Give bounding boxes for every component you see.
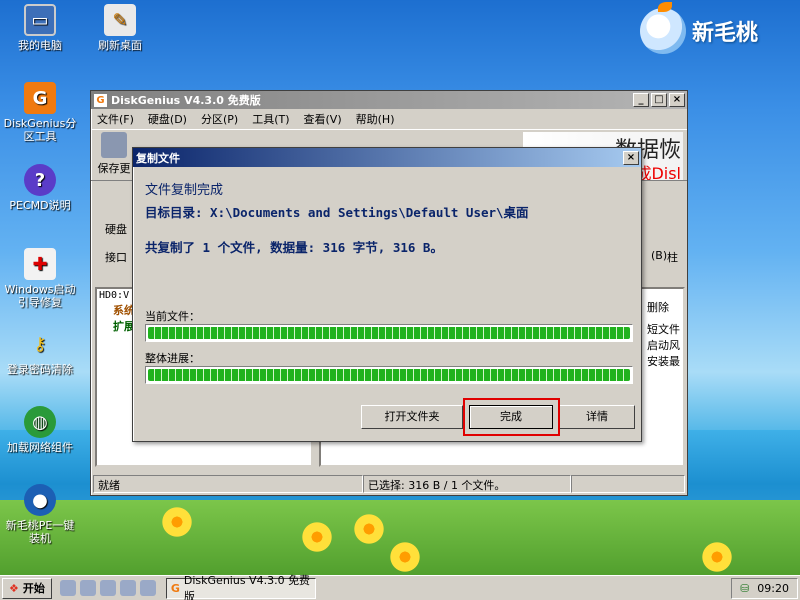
interface-label: 接口 xyxy=(105,251,127,264)
status-bar: 就绪 已选择: 316 B / 1 个文件。 xyxy=(93,475,685,493)
medkit-icon: ✚ xyxy=(24,248,56,280)
copy-complete-text: 文件复制完成 xyxy=(145,183,224,198)
menu-view[interactable]: 查看(V) xyxy=(304,111,342,127)
save-icon xyxy=(101,132,127,158)
tray-icon[interactable]: ⛁ xyxy=(740,582,749,595)
peach-icon xyxy=(640,2,686,54)
done-button-highlight xyxy=(463,398,560,436)
menu-tools[interactable]: 工具(T) xyxy=(252,111,289,127)
globe-icon: ◍ xyxy=(24,406,56,438)
taskbar-item-diskgenius[interactable]: G DiskGenius V4.3.0 免费版 xyxy=(165,574,316,600)
details-button[interactable]: 详情 xyxy=(559,405,635,429)
quick-launch xyxy=(59,580,156,596)
target-dir-text: 目标目录: X:\Documents and Settings\Default … xyxy=(145,205,529,220)
quick-launch-icon[interactable] xyxy=(139,580,156,596)
broom-icon: ✎ xyxy=(104,4,136,36)
desktop-icon-password-clear[interactable]: ⚷ 登录密码清除 xyxy=(2,328,78,376)
menu-bar: 文件(F) 硬盘(D) 分区(P) 工具(T) 查看(V) 帮助(H) xyxy=(91,109,687,129)
status-selection: 已选择: 316 B / 1 个文件。 xyxy=(363,475,571,493)
desktop-icon-pecmd[interactable]: ? PECMD说明 xyxy=(2,164,78,212)
dialog-titlebar[interactable]: 复制文件 × xyxy=(133,148,641,167)
flower-decoration xyxy=(300,520,334,554)
menu-file[interactable]: 文件(F) xyxy=(97,111,134,127)
desktop-icon-boot-repair[interactable]: ✚ Windows启动引导修复 xyxy=(2,248,78,309)
start-button[interactable]: ❖ 开始 xyxy=(2,577,52,599)
diskgenius-icon: G xyxy=(24,82,56,114)
clock: 09:20 xyxy=(757,581,789,595)
logo-text: 新毛桃 xyxy=(692,21,759,46)
quick-launch-icon[interactable] xyxy=(99,580,116,596)
current-file-progress xyxy=(145,324,633,342)
current-file-label: 当前文件： xyxy=(145,310,200,323)
windows-logo-icon: ❖ xyxy=(9,581,19,595)
desktop-icon-my-computer[interactable]: ▭ 我的电脑 xyxy=(2,4,78,52)
quick-launch-icon[interactable] xyxy=(119,580,136,596)
desktop-icon-refresh[interactable]: ✎ 刷新桌面 xyxy=(82,4,158,52)
desktop-icon-install[interactable]: ● 新毛桃PE一键装机 xyxy=(2,484,78,545)
window-titlebar[interactable]: G DiskGenius V4.3.0 免费版 _ □ × xyxy=(91,91,687,109)
overall-progress xyxy=(145,366,633,384)
save-tool-button[interactable]: 保存更 xyxy=(95,132,133,178)
copy-file-dialog: 复制文件 × 文件复制完成 目标目录: X:\Documents and Set… xyxy=(132,147,642,442)
flower-decoration xyxy=(352,512,386,546)
app-icon: G xyxy=(94,93,107,107)
window-title: DiskGenius V4.3.0 免费版 xyxy=(111,94,261,107)
menu-help[interactable]: 帮助(H) xyxy=(356,111,395,127)
computer-icon: ▭ xyxy=(24,4,56,36)
flower-decoration xyxy=(700,540,734,574)
diskgenius-icon: G xyxy=(170,581,180,595)
quick-launch-icon[interactable] xyxy=(59,580,76,596)
desktop-icon-network[interactable]: ◍ 加载网络组件 xyxy=(2,406,78,454)
minimize-button[interactable]: _ xyxy=(633,93,649,107)
brand-logo: 新毛桃 xyxy=(640,2,759,54)
status-ready: 就绪 xyxy=(93,475,363,493)
menu-disk[interactable]: 硬盘(D) xyxy=(148,111,187,127)
help-icon: ? xyxy=(24,164,56,196)
disk-label: 硬盘 xyxy=(105,223,127,236)
menu-partition[interactable]: 分区(P) xyxy=(201,111,238,127)
peach-app-icon: ● xyxy=(24,484,56,516)
open-folder-button[interactable]: 打开文件夹 xyxy=(361,405,463,429)
key-icon: ⚷ xyxy=(33,333,47,355)
dialog-close-button[interactable]: × xyxy=(623,150,639,165)
system-tray: ⛁ 09:20 xyxy=(731,577,798,599)
quick-launch-icon[interactable] xyxy=(79,580,96,596)
dialog-title: 复制文件 xyxy=(136,151,180,165)
taskbar: ❖ 开始 G DiskGenius V4.3.0 免费版 ⛁ 09:20 xyxy=(0,574,800,600)
close-button[interactable]: × xyxy=(669,93,685,107)
maximize-button[interactable]: □ xyxy=(651,93,667,107)
flower-decoration xyxy=(160,505,194,539)
copy-summary-text: 共复制了 1 个文件, 数据量: 316 字节, 316 B。 xyxy=(145,240,443,255)
desktop-icon-diskgenius[interactable]: G DiskGenius分区工具 xyxy=(2,82,78,143)
overall-progress-label: 整体进展： xyxy=(145,352,200,365)
flower-decoration xyxy=(388,540,422,574)
